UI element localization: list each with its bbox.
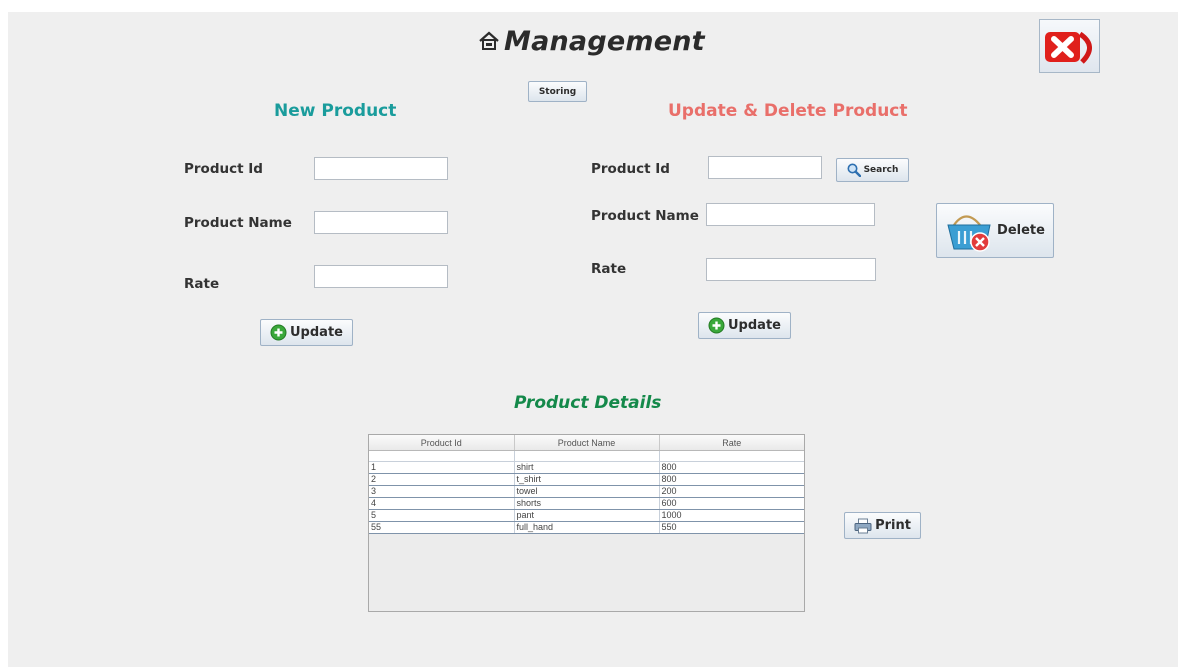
update-product-name-field[interactable] <box>706 203 875 226</box>
new-product-rate-field[interactable] <box>314 265 448 288</box>
table-cell[interactable]: 550 <box>659 521 804 534</box>
close-button[interactable] <box>1039 19 1100 73</box>
new-product-id-field[interactable] <box>314 157 448 180</box>
table-row[interactable]: 4 shorts 600 <box>369 497 804 510</box>
table-cell[interactable] <box>369 450 515 462</box>
close-icon <box>1045 31 1092 64</box>
home-icon <box>478 27 500 58</box>
table-cell[interactable]: pant <box>514 509 660 522</box>
update-product-rate-label: Rate <box>591 261 627 277</box>
printer-icon <box>854 518 872 533</box>
table-header-row: Product Id Product Name Rate <box>369 435 804 451</box>
search-button-label: Search <box>863 165 899 175</box>
table-row[interactable]: 3 towel 200 <box>369 485 804 498</box>
table-cell[interactable]: 200 <box>659 485 804 498</box>
page-title-text: Management <box>504 26 705 57</box>
column-header-product-id[interactable]: Product Id <box>369 435 515 451</box>
table-cell[interactable]: 1 <box>369 461 515 474</box>
table-cell[interactable]: 3 <box>369 485 515 498</box>
table-row[interactable] <box>369 450 804 462</box>
product-details-heading: Product Details <box>514 393 662 413</box>
table-cell[interactable]: towel <box>514 485 660 498</box>
table-cell[interactable]: shorts <box>514 497 660 510</box>
table-row[interactable]: 2 t_shirt 800 <box>369 473 804 486</box>
add-icon <box>270 324 287 341</box>
table-cell[interactable]: full_hand <box>514 521 660 534</box>
column-header-rate[interactable]: Rate <box>659 435 804 451</box>
table-cell[interactable]: t_shirt <box>514 473 660 486</box>
table-cell[interactable] <box>659 450 804 462</box>
print-button-label: Print <box>875 518 911 533</box>
new-product-name-label: Product Name <box>184 215 292 231</box>
table-row[interactable]: 1 shirt 800 <box>369 461 804 474</box>
add-icon <box>708 317 725 334</box>
new-product-name-field[interactable] <box>314 211 448 234</box>
update-product-rate-field[interactable] <box>706 258 876 281</box>
table-cell[interactable]: 5 <box>369 509 515 522</box>
table-cell[interactable]: shirt <box>514 461 660 474</box>
table-row[interactable]: 5 pant 1000 <box>369 509 804 522</box>
table-cell[interactable]: 800 <box>659 473 804 486</box>
new-product-id-label: Product Id <box>184 161 263 177</box>
print-button[interactable]: Print <box>844 512 921 539</box>
product-table[interactable]: Product Id Product Name Rate 1 shirt 800… <box>368 434 805 612</box>
new-product-heading: New Product <box>274 101 397 121</box>
table-cell[interactable]: 800 <box>659 461 804 474</box>
table-cell[interactable]: 2 <box>369 473 515 486</box>
new-product-update-label: Update <box>290 325 343 340</box>
table-cell[interactable]: 55 <box>369 521 515 534</box>
table-row[interactable]: 55 full_hand 550 <box>369 521 804 534</box>
new-product-update-button[interactable]: Update <box>260 319 353 346</box>
update-product-name-label: Product Name <box>591 208 699 224</box>
search-icon <box>847 163 861 177</box>
table-cell[interactable]: 1000 <box>659 509 804 522</box>
update-product-heading: Update & Delete Product <box>668 101 908 121</box>
storing-button[interactable]: Storing <box>528 81 587 102</box>
delete-button-label: Delete <box>997 223 1045 238</box>
new-product-rate-label: Rate <box>184 276 220 292</box>
search-button[interactable]: Search <box>836 158 909 182</box>
update-product-update-button[interactable]: Update <box>698 312 791 339</box>
table-cell[interactable]: 4 <box>369 497 515 510</box>
column-header-product-name[interactable]: Product Name <box>514 435 660 451</box>
update-product-id-field[interactable] <box>708 156 822 179</box>
update-product-update-label: Update <box>728 318 781 333</box>
table-cell[interactable]: 600 <box>659 497 804 510</box>
basket-delete-icon <box>947 214 991 252</box>
table-cell[interactable] <box>514 450 660 462</box>
delete-button[interactable]: Delete <box>936 203 1054 258</box>
update-product-id-label: Product Id <box>591 161 670 177</box>
page-title: Management <box>478 26 705 58</box>
